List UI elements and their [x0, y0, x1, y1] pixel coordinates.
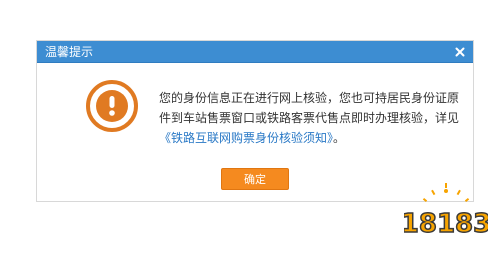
close-icon[interactable] [453, 45, 467, 59]
confirm-button[interactable]: 确定 [221, 168, 289, 190]
page: 温馨提示 您的身份信息正在进行网上核验，您也可持居民身份证原件到车站售票窗口或铁… [0, 0, 500, 254]
exclamation-circle-icon [86, 80, 138, 132]
dialog-title: 温馨提示 [45, 44, 94, 59]
dialog-message: 您的身份信息正在进行网上核验，您也可持居民身份证原件到车站售票窗口或铁路客票代售… [159, 88, 459, 148]
svg-text:18183: 18183 [404, 209, 488, 239]
message-text: 您的身份信息正在进行网上核验，您也可持居民身份证原件到车站售票窗口或铁路客票代售… [159, 91, 460, 125]
message-end: 。 [333, 131, 346, 145]
dialog-titlebar: 温馨提示 [37, 41, 473, 63]
site-logo: 18183 [404, 183, 488, 240]
verification-notice-link[interactable]: 《铁路互联网购票身份核验须知》 [159, 131, 333, 145]
